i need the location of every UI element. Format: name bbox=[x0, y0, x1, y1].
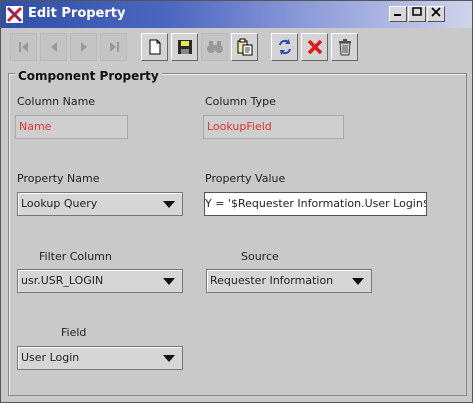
column-name-field: Name bbox=[15, 115, 128, 139]
source-value: Requester Information bbox=[210, 274, 334, 287]
toolbar bbox=[1, 29, 472, 67]
column-type-field: LookupField bbox=[203, 115, 344, 139]
app-logo-icon bbox=[6, 6, 23, 23]
chevron-down-icon bbox=[352, 278, 364, 285]
field-select[interactable]: User Login bbox=[17, 346, 183, 370]
paste-button[interactable] bbox=[231, 33, 258, 61]
source-select[interactable]: Requester Information bbox=[206, 269, 372, 293]
column-name-label: Column Name bbox=[17, 95, 96, 108]
delete-x-icon bbox=[307, 39, 322, 55]
previous-record-button[interactable] bbox=[40, 33, 67, 61]
next-record-button[interactable] bbox=[70, 33, 97, 61]
filter-column-select[interactable]: usr.USR_LOGIN bbox=[17, 269, 183, 293]
new-button[interactable] bbox=[141, 33, 168, 61]
title-bar[interactable]: Edit Property bbox=[1, 1, 472, 28]
property-value-label: Property Value bbox=[205, 172, 286, 185]
save-icon bbox=[177, 40, 192, 54]
last-record-icon bbox=[109, 42, 119, 52]
group-title: Component Property bbox=[15, 69, 162, 83]
source-label: Source bbox=[241, 250, 279, 263]
maximize-icon bbox=[412, 7, 422, 16]
find-button[interactable] bbox=[201, 33, 228, 61]
next-record-icon bbox=[80, 42, 87, 52]
edit-property-window: Edit Property Component Property Column … bbox=[0, 0, 473, 403]
trash-button[interactable] bbox=[331, 33, 358, 61]
first-record-button[interactable] bbox=[10, 33, 37, 61]
property-name-select[interactable]: Lookup Query bbox=[17, 192, 183, 216]
property-name-label: Property Name bbox=[17, 172, 100, 185]
window-title: Edit Property bbox=[28, 6, 126, 21]
trash-icon bbox=[338, 39, 351, 56]
maximize-button[interactable] bbox=[408, 6, 426, 22]
property-value-text: Y = '$Requester Information.User Login$' bbox=[205, 197, 427, 210]
last-record-button[interactable] bbox=[100, 33, 127, 61]
refresh-button[interactable] bbox=[271, 33, 298, 61]
column-type-label: Column Type bbox=[205, 95, 276, 108]
delete-button[interactable] bbox=[301, 33, 328, 61]
chevron-down-icon bbox=[163, 201, 175, 208]
first-record-icon bbox=[18, 42, 28, 52]
chevron-down-icon bbox=[163, 278, 175, 285]
close-icon bbox=[431, 7, 441, 17]
minimize-icon bbox=[394, 14, 401, 16]
previous-record-icon bbox=[50, 42, 57, 52]
filter-column-label: Filter Column bbox=[39, 250, 112, 263]
property-name-value: Lookup Query bbox=[21, 197, 98, 210]
field-label: Field bbox=[61, 326, 87, 339]
chevron-down-icon bbox=[163, 355, 175, 362]
paste-icon bbox=[237, 38, 252, 56]
property-value-input[interactable]: Y = '$Requester Information.User Login$' bbox=[204, 192, 427, 216]
filter-column-value: usr.USR_LOGIN bbox=[21, 274, 104, 287]
minimize-button[interactable] bbox=[389, 6, 407, 22]
close-button[interactable] bbox=[427, 6, 445, 22]
find-binoculars-icon bbox=[206, 41, 223, 53]
new-document-icon bbox=[149, 39, 160, 55]
refresh-icon bbox=[278, 39, 291, 55]
save-button[interactable] bbox=[171, 33, 198, 61]
field-value: User Login bbox=[21, 351, 80, 364]
